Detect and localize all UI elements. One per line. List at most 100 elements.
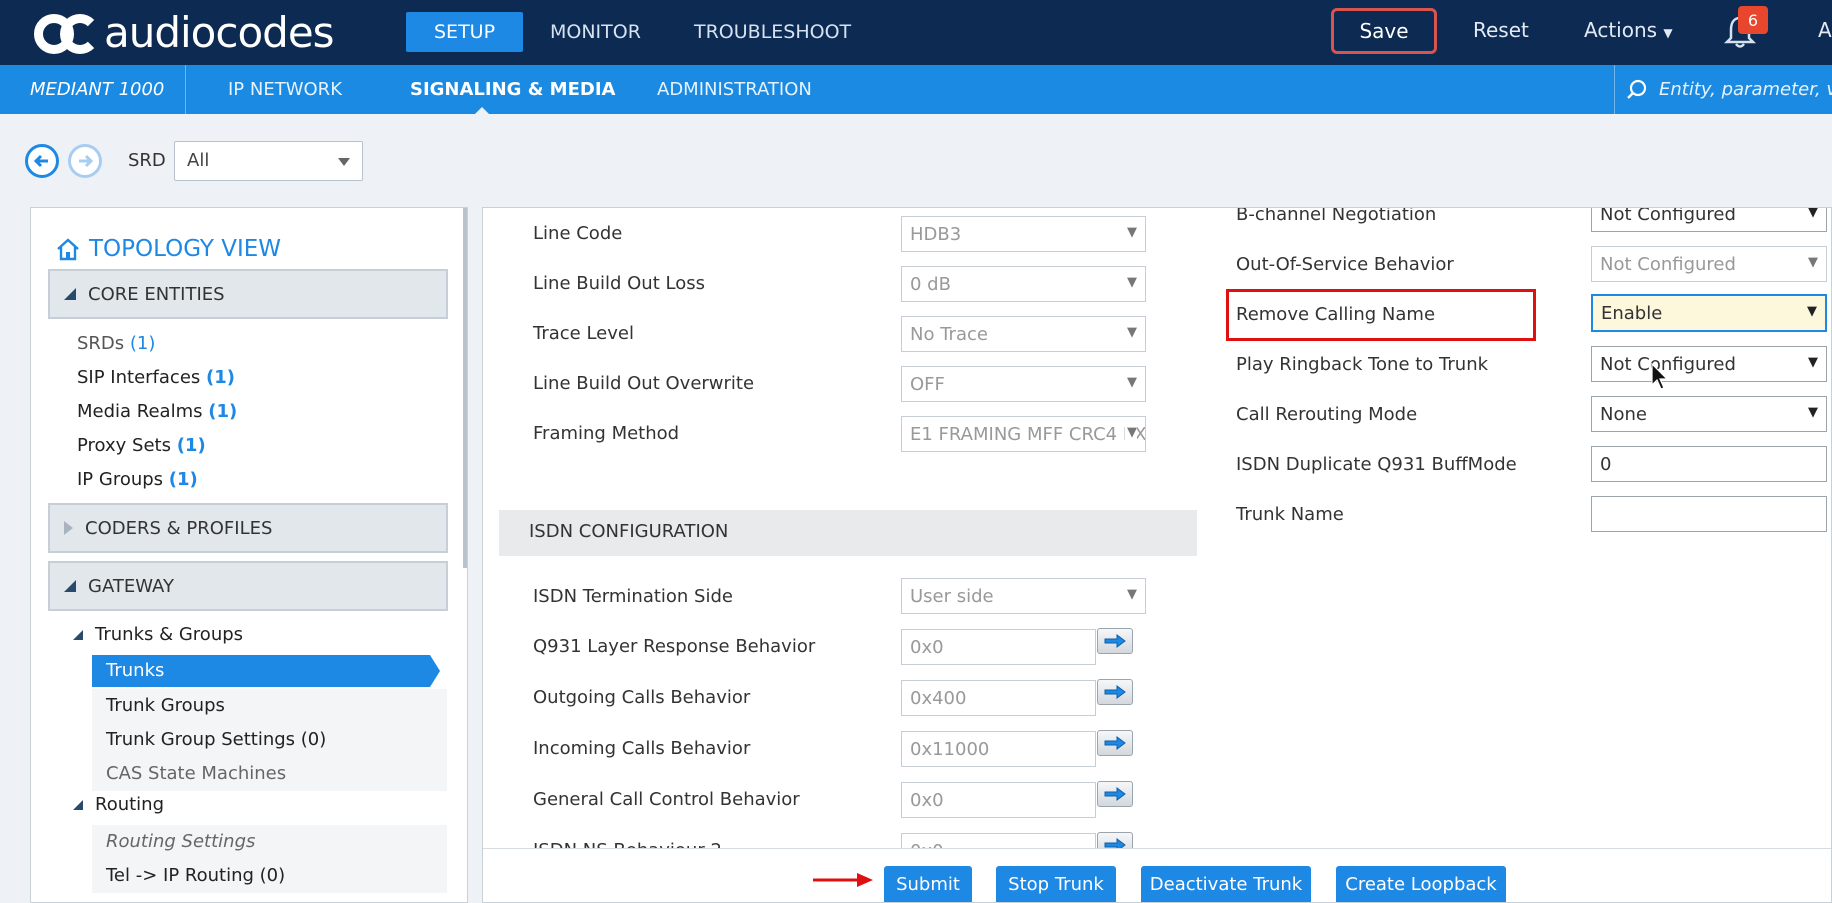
deactivate-trunk-button[interactable]: Deactivate Trunk (1141, 866, 1311, 902)
submit-button[interactable]: Submit (884, 866, 972, 902)
item-label: Proxy Sets (77, 435, 171, 456)
line-build-out-overwrite-select[interactable]: OFF ▼ (901, 366, 1146, 402)
nav-monitor[interactable]: MONITOR (522, 12, 669, 52)
framing-method-label: Framing Method (533, 423, 680, 444)
srd-label: SRD (128, 150, 166, 171)
edit-bitmask-button[interactable] (1097, 628, 1133, 654)
section-label: CODERS & PROFILES (85, 517, 273, 539)
select-value: None (1600, 404, 1647, 425)
sidebar-item-routing-settings[interactable]: Routing Settings (92, 825, 447, 859)
dropdown-arrow-icon: ▼ (1127, 325, 1137, 340)
back-button[interactable] (25, 144, 59, 178)
isdn-termination-side-select[interactable]: User side ▼ (901, 578, 1146, 614)
sidebar-item-proxy-sets[interactable]: Proxy Sets (1) (77, 435, 206, 456)
arrow-right-icon (79, 154, 94, 168)
section-gateway[interactable]: GATEWAY (48, 561, 448, 611)
subgroup-trunks-groups[interactable]: Trunks & Groups (73, 624, 243, 645)
play-ringback-tone-select[interactable]: Not Configured ▼ (1591, 346, 1827, 382)
user-menu[interactable]: A (1818, 18, 1832, 42)
q931-layer-response-input[interactable]: 0x0 (901, 629, 1096, 665)
sidebar-scrollbar[interactable] (463, 208, 467, 568)
top-bar: audiocodes SETUP MONITOR TROUBLESHOOT Sa… (0, 0, 1832, 65)
incoming-calls-behavior-input[interactable]: 0x11000 (901, 731, 1096, 767)
outgoing-calls-behavior-input[interactable]: 0x400 (901, 680, 1096, 716)
mouse-cursor-icon (1651, 363, 1669, 390)
nav-ip-network[interactable]: IP NETWORK (228, 65, 342, 114)
create-loopback-button[interactable]: Create Loopback (1336, 866, 1506, 902)
search-input[interactable]: Entity, parameter, va (1614, 65, 1832, 114)
caret-down-icon: ▼ (1663, 26, 1673, 40)
line-build-out-loss-select[interactable]: 0 dB ▼ (901, 266, 1146, 302)
device-name: MEDIANT 1000 (0, 65, 186, 114)
sidebar-item-trunk-group-settings[interactable]: Trunk Group Settings (0) (92, 723, 447, 757)
remove-calling-name-select[interactable]: Enable ▼ (1591, 294, 1827, 332)
out-of-service-behavior-select[interactable]: Not Configured ▼ (1591, 246, 1827, 282)
subgroup-routing[interactable]: Routing (73, 794, 164, 815)
nav-administration[interactable]: ADMINISTRATION (657, 65, 812, 114)
framing-method-select[interactable]: E1 FRAMING MFF CRC4 EXT ▼ (901, 416, 1146, 452)
edit-bitmask-button[interactable] (1097, 679, 1133, 705)
save-button[interactable]: Save (1331, 8, 1437, 54)
item-label: Media Realms (77, 401, 203, 422)
edit-bitmask-button[interactable] (1097, 730, 1133, 756)
out-of-service-behavior-label: Out-Of-Service Behavior (1236, 254, 1454, 275)
sub-bar: MEDIANT 1000 IP NETWORK SIGNALING & MEDI… (0, 65, 1832, 115)
isdn-duplicate-q931-input[interactable]: 0 (1591, 446, 1827, 482)
line-code-select[interactable]: HDB3 ▼ (901, 216, 1146, 252)
reset-button[interactable]: Reset (1473, 18, 1529, 42)
call-rerouting-mode-label: Call Rerouting Mode (1236, 404, 1418, 425)
dropdown-arrow-icon: ▼ (1808, 207, 1818, 220)
nav-troubleshoot[interactable]: TROUBLESHOOT (666, 12, 879, 52)
select-value: Not Configured (1600, 254, 1736, 275)
triangle-down-icon (64, 288, 76, 300)
trace-level-select[interactable]: No Trace ▼ (901, 316, 1146, 352)
sidebar-item-sip-interfaces[interactable]: SIP Interfaces (1) (77, 367, 235, 388)
dropdown-arrow-icon: ▼ (1127, 225, 1137, 240)
audiocodes-logo: audiocodes (34, 6, 335, 58)
call-rerouting-mode-select[interactable]: None ▼ (1591, 396, 1827, 432)
item-label: IP Groups (77, 469, 164, 490)
sidebar-item-tel-ip-routing[interactable]: Tel -> IP Routing (0) (92, 859, 447, 893)
select-value: Not Configured (1600, 207, 1736, 225)
sidebar-item-cas-state-machines[interactable]: CAS State Machines (92, 757, 447, 791)
sidebar-item-trunk-groups[interactable]: Trunk Groups (92, 689, 447, 723)
sidebar-item-ip-groups[interactable]: IP Groups (1) (77, 469, 198, 490)
isdn-duplicate-q931-label: ISDN Duplicate Q931 BuffMode (1236, 454, 1517, 475)
arrow-right-icon (813, 873, 873, 887)
b-channel-negotiation-label: B-channel Negotiation (1236, 207, 1437, 225)
sidebar-item-srds[interactable]: SRDs (1) (77, 333, 155, 354)
line-build-out-loss-label: Line Build Out Loss (533, 273, 705, 294)
trunk-name-input[interactable] (1591, 496, 1827, 532)
outgoing-calls-behavior-label: Outgoing Calls Behavior (533, 687, 751, 708)
section-core-entities[interactable]: CORE ENTITIES (48, 269, 448, 319)
item-count: (1) (176, 435, 206, 456)
srd-select[interactable]: All (174, 141, 363, 181)
triangle-down-icon (73, 799, 83, 810)
trunk-settings-form: Line Code HDB3 ▼ Line Build Out Loss 0 dB… (482, 207, 1832, 903)
topology-sidebar: TOPOLOGY VIEW CORE ENTITIES SRDs (1) SIP… (30, 207, 468, 903)
nav-signaling-media[interactable]: SIGNALING & MEDIA (410, 65, 615, 114)
triangle-down-icon (64, 580, 76, 592)
nav-setup[interactable]: SETUP (406, 12, 524, 52)
trace-level-label: Trace Level (533, 323, 634, 344)
edit-bitmask-button[interactable] (1097, 781, 1133, 807)
b-channel-negotiation-select[interactable]: Not Configured ▼ (1591, 207, 1827, 232)
stop-trunk-button[interactable]: Stop Trunk (996, 866, 1116, 902)
play-ringback-tone-label: Play Ringback Tone to Trunk (1236, 354, 1489, 375)
actions-menu[interactable]: Actions ▼ (1584, 18, 1673, 42)
section-coders-profiles[interactable]: CODERS & PROFILES (48, 503, 448, 553)
search-icon (1627, 79, 1647, 99)
item-count: (1) (206, 367, 235, 388)
select-value: 0 dB (910, 274, 951, 295)
line-build-out-overwrite-label: Line Build Out Overwrite (533, 373, 755, 394)
sidebar-item-media-realms[interactable]: Media Realms (1) (77, 401, 237, 422)
subgroup-label: Routing (95, 794, 165, 815)
select-value: Enable (1601, 303, 1663, 324)
general-call-control-behavior-input[interactable]: 0x0 (901, 782, 1096, 818)
dropdown-arrow-icon (338, 158, 350, 166)
topology-view-link[interactable]: TOPOLOGY VIEW (55, 236, 281, 262)
arrow-right-icon (1104, 736, 1126, 750)
forward-button[interactable] (68, 144, 102, 178)
sidebar-item-trunks[interactable]: Trunks (92, 655, 440, 687)
topology-view-title: TOPOLOGY VIEW (89, 236, 282, 262)
